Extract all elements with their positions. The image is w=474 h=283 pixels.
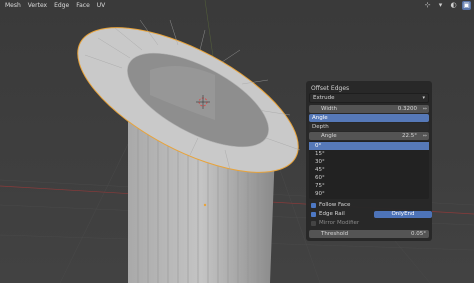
angle-mode-option[interactable]: Angle (309, 114, 429, 122)
mirror-modifier-row[interactable]: Mirror Modifier (309, 219, 429, 228)
follow-face-row[interactable]: Follow Face (309, 201, 429, 210)
mode-dropdown[interactable]: Extrude ▾ (309, 93, 429, 103)
link-icon[interactable]: ⇔ (423, 105, 427, 113)
angle-value: 22.5° (402, 133, 417, 139)
angle-option-90[interactable]: 90° (309, 190, 429, 198)
menu-vertex[interactable]: Vertex (28, 2, 47, 9)
follow-face-label: Follow Face (319, 202, 351, 208)
edge-rail-checkbox[interactable] (311, 212, 316, 217)
link-icon[interactable]: ⇔ (423, 132, 427, 140)
edge-rail-mode-button[interactable]: OnlyEnd (374, 211, 432, 218)
width-label: Width (321, 106, 337, 112)
depth-mode-label: Depth (312, 124, 329, 130)
mirror-modifier-checkbox[interactable] (311, 221, 316, 226)
panel-title[interactable]: Offset Edges (309, 84, 429, 93)
angle-option-30[interactable]: 30° (309, 158, 429, 166)
edge-rail-label: Edge Rail (319, 211, 345, 217)
redo-panel-offset-edges: Offset Edges Extrude ▾ Width 0.3200 ⇔ An… (306, 81, 432, 241)
menu-edge[interactable]: Edge (54, 2, 69, 9)
angle-option-60[interactable]: 60° (309, 174, 429, 182)
width-value: 0.3200 (397, 106, 417, 112)
chevron-down-icon: ▾ (422, 95, 425, 101)
threshold-label: Threshold (321, 231, 349, 237)
shading-icon[interactable]: ▣ (462, 1, 471, 10)
angle-option-15[interactable]: 15° (309, 150, 429, 158)
mirror-modifier-label: Mirror Modifier (319, 220, 360, 226)
menu-mesh[interactable]: Mesh (5, 2, 21, 9)
width-field[interactable]: Width 0.3200 ⇔ (309, 105, 429, 113)
edge-rail-row[interactable]: Edge Rail OnlyEnd (309, 210, 432, 219)
angle-option-45[interactable]: 45° (309, 166, 429, 174)
threshold-field[interactable]: Threshold 0.05° (309, 230, 429, 238)
depth-mode-option[interactable]: Depth (309, 123, 429, 131)
menu-uv[interactable]: UV (97, 2, 106, 9)
overlay-icon[interactable]: ◐ (449, 1, 458, 10)
origin-dot (203, 203, 207, 207)
viewport-header-tools: ⊹ ▾ ◐ ▣ (423, 1, 471, 10)
angle-option-0[interactable]: 0° (309, 142, 429, 150)
mode-value: Extrude (313, 95, 335, 101)
angle-presets-list: 0° 15° 30° 45° 60° 75° 90° (309, 141, 429, 199)
dropdown-icon[interactable]: ▾ (436, 1, 445, 10)
follow-face-checkbox[interactable] (311, 203, 316, 208)
angle-mode-label: Angle (312, 115, 328, 121)
angle-label: Angle (321, 133, 337, 139)
angle-option-75[interactable]: 75° (309, 182, 429, 190)
menu-face[interactable]: Face (76, 2, 90, 9)
gizmo-icon[interactable]: ⊹ (423, 1, 432, 10)
editor-menubar: Mesh Vertex Edge Face UV (0, 0, 474, 11)
threshold-value: 0.05° (411, 231, 426, 237)
angle-field[interactable]: Angle 22.5° ⇔ (309, 132, 429, 140)
